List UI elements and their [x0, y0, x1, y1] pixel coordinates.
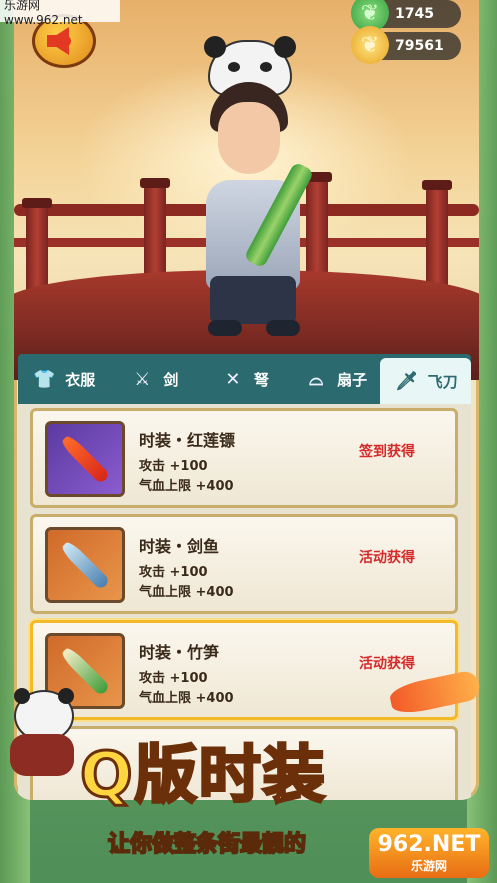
clothes-icon: 👕 — [33, 368, 56, 390]
dagger-icon: 🗡 — [395, 370, 419, 392]
item-hp: 气血上限 +400 — [139, 691, 234, 706]
character-face — [218, 102, 280, 174]
tab-label: 飞刀 — [427, 372, 458, 391]
item-attack: 攻击 +100 — [139, 565, 208, 580]
sword-icon: ⚔ — [134, 368, 151, 390]
tab-label: 衣服 — [65, 370, 96, 389]
tab-label: 扇子 — [337, 370, 368, 389]
red-lotus-dart-icon — [59, 433, 111, 485]
item-name: 时装・红莲镖 — [139, 431, 236, 450]
tab-clothes[interactable]: 👕 衣服 — [18, 354, 109, 404]
jade-counter: ❦ 1745 — [351, 0, 461, 32]
tab-fan[interactable]: ⌓ 扇子 — [290, 354, 381, 404]
promo-title: Q版时装 — [79, 737, 327, 813]
list-item[interactable]: 时装・剑鱼 攻击 +100 气血上限 +400 活动获得 — [30, 514, 458, 614]
promo-slogan: 让你做整条街最靓的 — [107, 831, 307, 858]
tab-sword[interactable]: ⚔ 剑 — [109, 354, 200, 404]
item-attack: 攻击 +100 — [139, 459, 208, 474]
game-window: ❦ 1745 ❦ 79561 👕 衣服 ⚔ 剑 ✕ 弩 ⌓ 扇子 🗡 飞刀 时装… — [14, 0, 479, 800]
character-shoe — [208, 320, 242, 336]
railing-post — [422, 180, 452, 288]
site-watermark: 乐游网 www.962.net — [0, 0, 120, 27]
list-item[interactable]: 时装・红莲镖 攻击 +100 气血上限 +400 签到获得 — [30, 408, 458, 508]
jade-value: 1745 — [395, 6, 434, 22]
promo-banner: Q版时装 — [30, 720, 450, 830]
tab-label: 剑 — [163, 370, 179, 389]
item-hp: 气血上限 +400 — [139, 479, 234, 494]
item-source: 活动获得 — [359, 550, 415, 566]
logo-domain: 962.NET — [377, 832, 481, 857]
gold-ingot-icon: ❦ — [351, 26, 389, 64]
character-model[interactable] — [174, 36, 334, 340]
item-source: 活动获得 — [359, 656, 415, 672]
item-thumbnail — [45, 527, 125, 603]
gold-counter: ❦ 79561 — [351, 26, 461, 64]
tab-label: 弩 — [253, 370, 269, 389]
logo-name: 乐游网 — [410, 859, 447, 873]
railing-post — [22, 198, 52, 296]
character-pants — [210, 276, 296, 324]
swordfish-dagger-icon — [59, 539, 111, 591]
tab-crossbow[interactable]: ✕ 弩 — [199, 354, 290, 404]
crossbow-icon: ✕ — [225, 368, 241, 390]
item-attack: 攻击 +100 — [139, 671, 208, 686]
screen: ❦ 1745 ❦ 79561 👕 衣服 ⚔ 剑 ✕ 弩 ⌓ 扇子 🗡 飞刀 时装… — [0, 0, 497, 883]
character-shoe — [266, 320, 300, 336]
item-thumbnail — [45, 421, 125, 497]
back-arrow-icon — [47, 27, 71, 55]
item-name: 时装・竹笋 — [139, 643, 220, 662]
category-tabs: 👕 衣服 ⚔ 剑 ✕ 弩 ⌓ 扇子 🗡 飞刀 — [18, 354, 471, 404]
tab-dagger[interactable]: 🗡 飞刀 — [380, 358, 471, 404]
site-logo: 962.NET 乐游网 — [369, 828, 489, 878]
fan-icon: ⌓ — [308, 368, 324, 390]
gold-value: 79561 — [395, 38, 444, 54]
item-name: 时装・剑鱼 — [139, 537, 220, 556]
item-source: 签到获得 — [359, 444, 415, 460]
item-hp: 气血上限 +400 — [139, 585, 234, 600]
